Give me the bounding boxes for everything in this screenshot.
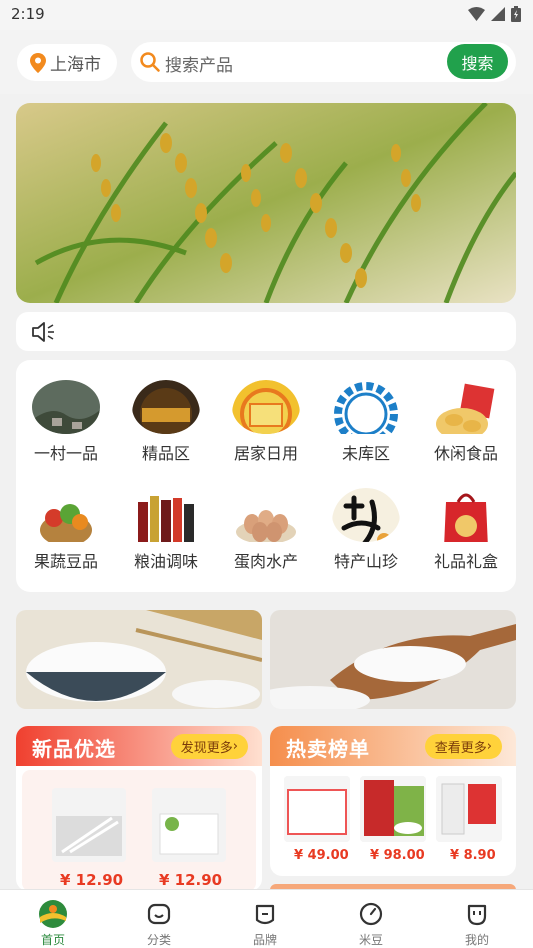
view-more-button[interactable]: 查看更多 › [424,734,502,759]
oem-gear-icon [332,380,400,434]
search-button[interactable]: 搜索 [447,44,508,79]
gift-box-icon [432,488,500,542]
home-goods-badge-icon [232,380,300,434]
speaker-icon [32,322,54,342]
rice-field-image [16,103,516,303]
product-price: ¥ 49.00 [294,848,349,863]
product-price: ¥ 12.90 [159,871,223,889]
tab-label: 首页 [40,933,65,947]
profile-icon [467,904,487,926]
tab-mine[interactable]: 我的 [424,890,530,948]
vegetable-basket-icon [32,488,100,542]
tab-home[interactable]: 首页 [0,890,106,948]
category-vegetables[interactable]: 果蔬豆品 [16,468,116,572]
category-label: 居家日用 [233,444,298,463]
location-pin-icon [30,52,46,73]
home-logo-icon [39,900,67,928]
tab-label: 品牌 [252,933,277,947]
bottom-tab-bar: 首页 分类 品牌 米豆 我的 [0,889,533,948]
panel-title: 新品优选 [32,737,116,761]
search-icon [140,52,160,72]
category-warehouse[interactable]: 未库区 [316,360,416,464]
chopsticks-product-image [52,788,126,862]
specialty-calligraphy-icon [332,488,400,542]
category-grain-oil[interactable]: 粮油调味 [116,468,216,572]
product-price: ¥ 98.00 [370,848,425,863]
tab-label: 分类 [146,933,171,947]
category-icon [147,903,171,925]
category-premium[interactable]: 精品区 [116,360,216,464]
city-label: 上海市 [50,55,101,75]
wifi-icon [468,7,485,21]
chevron-right-icon: › [232,739,238,754]
search-input[interactable]: 搜索产品 [165,51,233,76]
tab-brand[interactable]: 品牌 [212,890,318,948]
hero-banner[interactable] [16,103,516,303]
status-bar: 2:19 [0,0,533,30]
category-label: 一村一品 [33,444,98,463]
hot-sellers-panel: 热卖榜单 查看更多 › ¥ 49.00 ¥ 98.00 ¥ 8.90 [270,726,516,876]
header: 上海市 搜索产品 搜索 [0,30,533,94]
tab-label: 米豆 [358,933,383,947]
product-price: ¥ 12.90 [60,871,124,889]
category-label: 特产山珍 [333,552,398,571]
premium-badge-icon [132,380,200,434]
category-label: 休闲食品 [433,444,498,463]
category-label: 精品区 [141,444,190,463]
compass-icon [359,902,383,926]
oil-bottles-icon [132,488,200,542]
signal-icon [491,7,505,21]
search-bar[interactable]: 搜索产品 搜索 [131,42,516,82]
category-label: 果蔬豆品 [33,552,98,571]
eggs-icon [232,488,300,542]
category-label: 蛋肉水产 [233,552,298,571]
system-icons [468,6,521,22]
category-home[interactable]: 居家日用 [216,360,316,464]
category-label: 礼品礼盒 [433,552,498,571]
status-time: 2:19 [11,5,45,23]
tab-label: 我的 [464,933,489,947]
category-label: 未库区 [341,444,390,463]
rice-scoop-image [270,610,516,709]
product-thumb[interactable] [360,776,426,842]
more-label: 查看更多 [434,741,487,756]
announcement-bar[interactable] [16,312,516,351]
discover-more-button[interactable]: 发现更多 › [170,734,248,759]
category-specialty[interactable]: 特产山珍 [316,468,416,572]
brand-icon [255,904,275,925]
city-selector[interactable]: 上海市 [17,44,117,81]
new-products-panel: 新品优选 发现更多 › ¥ 12.90 ¥ 12.90 [16,726,262,891]
product-box-image [284,776,350,842]
promo-rice-scoop[interactable] [270,610,516,709]
category-snacks[interactable]: 休闲食品 [416,360,516,464]
product-thumb[interactable] [284,776,350,842]
gift-set-image [436,776,502,842]
battery-icon [511,6,521,22]
promo-rice-bowl[interactable] [16,610,262,709]
snacks-photo-icon [432,380,500,434]
chevron-right-icon: › [486,739,492,754]
tab-mibean[interactable]: 米豆 [318,890,424,948]
product-price: ¥ 8.90 [450,848,496,863]
product-thumb[interactable] [436,776,502,842]
rice-bowl-image [16,610,262,709]
category-village[interactable]: 一村一品 [16,360,116,464]
category-eggs-meat[interactable]: 蛋肉水产 [216,468,316,572]
product-thumb[interactable] [52,788,126,862]
rice-bag-image [360,776,426,842]
tissue-product-image [152,788,226,862]
product-thumb[interactable] [152,788,226,862]
category-label: 粮油调味 [133,552,198,571]
category-grid: 一村一品 精品区 居家日用 未库区 休闲食品 果蔬豆品 粮油调味 蛋肉水产 特产… [16,360,516,592]
category-gift[interactable]: 礼品礼盒 [416,468,516,572]
panel-title: 热卖榜单 [286,737,370,761]
tab-category[interactable]: 分类 [106,890,212,948]
more-label: 发现更多 [180,741,233,756]
village-photo-icon [32,380,100,434]
